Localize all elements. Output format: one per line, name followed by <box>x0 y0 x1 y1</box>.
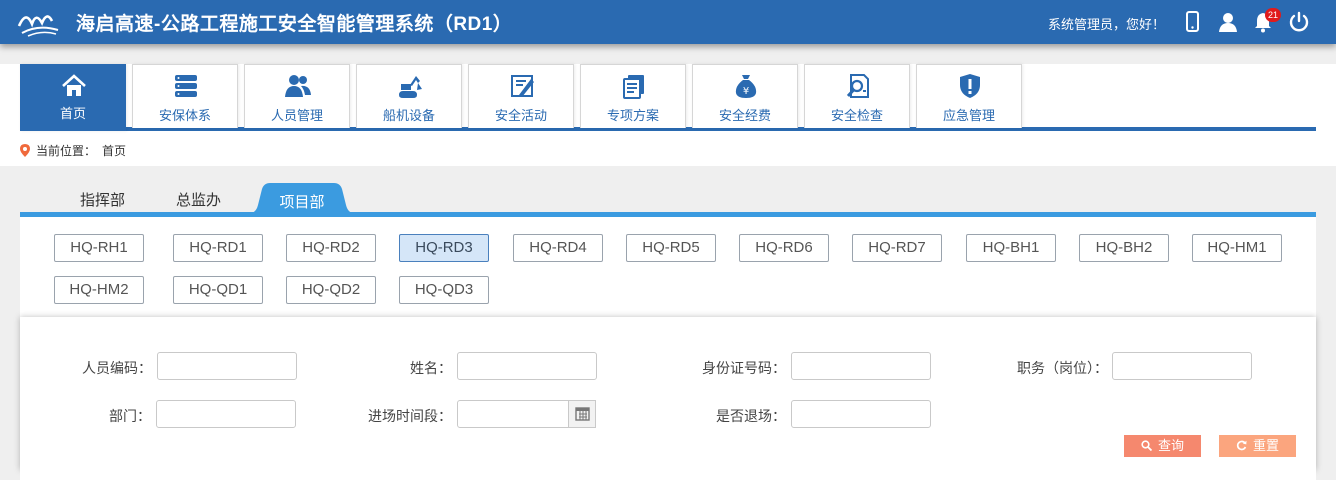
code-button-hq-hm1[interactable]: HQ-HM1 <box>1192 234 1282 262</box>
name-input[interactable] <box>457 352 597 380</box>
nav-tab-label: 安全检查 <box>830 108 883 123</box>
nav-tab-equipment[interactable]: 船机设备 <box>356 64 462 128</box>
code-label: 人员编码： <box>82 360 152 376</box>
app-title: 海启高速-公路工程施工安全智能管理系统（RD1） <box>76 14 513 35</box>
unit-tab-project[interactable]: 项目部 <box>250 183 354 213</box>
nav-tab-label: 安保体系 <box>158 108 211 123</box>
search-form: 人员编码： 姓名： 身份证号码： 职务（岗位）： 部门： 进场时间段： 是否退场… <box>20 317 1316 470</box>
entry-period-input[interactable] <box>457 400 569 428</box>
nav-tab-label: 应急管理 <box>942 108 995 123</box>
department-input[interactable] <box>156 400 296 428</box>
project-code-panel: HQ-RH1 HQ-RD1 HQ-RD2 HQ-RD3 HQ-RD4 HQ-RD… <box>20 217 1316 317</box>
code-button-hq-qd2[interactable]: HQ-QD2 <box>286 276 376 304</box>
id-card-label: 身份证号码： <box>702 360 786 376</box>
nav-tab-security-system[interactable]: 安保体系 <box>132 64 238 128</box>
notification-badge: 21 <box>1265 8 1281 22</box>
home-icon <box>62 74 86 96</box>
code-button-hq-hm2[interactable]: HQ-HM2 <box>54 276 144 304</box>
query-label: 查询 <box>1157 438 1184 453</box>
svg-text:¥: ¥ <box>743 86 749 97</box>
nav-tab-safety-activity[interactable]: 安全活动 <box>468 64 574 128</box>
code-button-hq-qd3[interactable]: HQ-QD3 <box>399 276 489 304</box>
nav-tab-label: 安全活动 <box>494 108 547 123</box>
breadcrumb-prefix: 当前位置： <box>36 144 97 158</box>
query-button[interactable]: 查询 <box>1124 435 1201 457</box>
location-pin-icon <box>20 144 30 157</box>
top-header: 海启高速-公路工程施工安全智能管理系统（RD1） 系统管理员，您好！ 21 <box>0 0 1336 44</box>
entry-period-label: 进场时间段： <box>368 408 452 424</box>
name-label: 姓名： <box>410 360 452 376</box>
id-card-input[interactable] <box>791 352 931 380</box>
code-button-hq-qd1[interactable]: HQ-QD1 <box>173 276 263 304</box>
code-button-hq-bh2[interactable]: HQ-BH2 <box>1079 234 1169 262</box>
search-icon <box>1141 440 1152 451</box>
code-button-hq-rd4[interactable]: HQ-RD4 <box>513 234 603 262</box>
excavator-icon <box>399 76 422 98</box>
database-icon <box>175 75 197 97</box>
power-icon[interactable] <box>1288 11 1310 33</box>
inspect-icon <box>846 74 869 98</box>
nav-tab-label: 专项方案 <box>606 108 659 123</box>
activity-icon <box>511 75 534 97</box>
main-nav: 首页 安保体系 人员管理 船机设备 安全活动 专项方案 ¥ 安全经费 安全检查 … <box>0 64 1336 166</box>
code-button-hq-bh1[interactable]: HQ-BH1 <box>966 234 1056 262</box>
code-input[interactable] <box>157 352 297 380</box>
money-bag-icon: ¥ <box>735 75 757 98</box>
unit-tab-supervision[interactable]: 总监办 <box>176 189 221 210</box>
nav-tab-home[interactable]: 首页 <box>20 64 126 131</box>
nav-tab-safety-funds[interactable]: ¥ 安全经费 <box>692 64 798 128</box>
nav-tab-safety-inspection[interactable]: 安全检查 <box>804 64 910 128</box>
nav-tab-emergency[interactable]: 应急管理 <box>916 64 1022 128</box>
exited-label: 是否退场： <box>716 408 786 424</box>
code-button-hq-rd2[interactable]: HQ-RD2 <box>286 234 376 262</box>
unit-tabs: 指挥部 总监办 项目部 <box>20 183 1316 217</box>
nav-tab-special-plan[interactable]: 专项方案 <box>580 64 686 128</box>
user-icon[interactable] <box>1217 11 1239 33</box>
code-button-hq-rd6[interactable]: HQ-RD6 <box>739 234 829 262</box>
code-button-hq-rd1[interactable]: HQ-RD1 <box>173 234 263 262</box>
reset-label: 重置 <box>1252 438 1279 453</box>
user-greeting: 系统管理员，您好！ <box>1048 17 1166 32</box>
exited-input[interactable] <box>791 400 931 428</box>
unit-tab-label: 项目部 <box>279 194 325 211</box>
breadcrumb: 当前位置： 首页 <box>20 142 126 159</box>
calendar-icon <box>575 407 590 421</box>
department-label: 部门： <box>109 408 151 424</box>
reset-button[interactable]: 重置 <box>1219 435 1296 457</box>
code-button-hq-rh1[interactable]: HQ-RH1 <box>54 234 144 262</box>
breadcrumb-current[interactable]: 首页 <box>102 144 126 158</box>
nav-tab-label: 安全经费 <box>718 108 771 123</box>
people-icon <box>285 75 311 97</box>
document-icon <box>623 75 644 99</box>
refresh-icon <box>1236 440 1247 451</box>
calendar-button[interactable] <box>568 400 596 428</box>
nav-tab-label: 首页 <box>59 106 86 121</box>
code-button-hq-rd7[interactable]: HQ-RD7 <box>852 234 942 262</box>
mobile-icon[interactable] <box>1181 11 1203 33</box>
code-button-hq-rd5[interactable]: HQ-RD5 <box>626 234 716 262</box>
position-label: 职务（岗位）： <box>1017 360 1108 376</box>
unit-tab-command[interactable]: 指挥部 <box>80 189 125 210</box>
nav-tab-label: 船机设备 <box>382 108 435 123</box>
results-area <box>20 470 1316 480</box>
nav-tab-label: 人员管理 <box>270 108 323 123</box>
code-button-hq-rd3[interactable]: HQ-RD3 <box>399 234 489 262</box>
shield-icon <box>960 74 980 98</box>
logo-icon <box>17 15 59 37</box>
position-input[interactable] <box>1112 352 1252 380</box>
nav-tab-personnel[interactable]: 人员管理 <box>244 64 350 128</box>
